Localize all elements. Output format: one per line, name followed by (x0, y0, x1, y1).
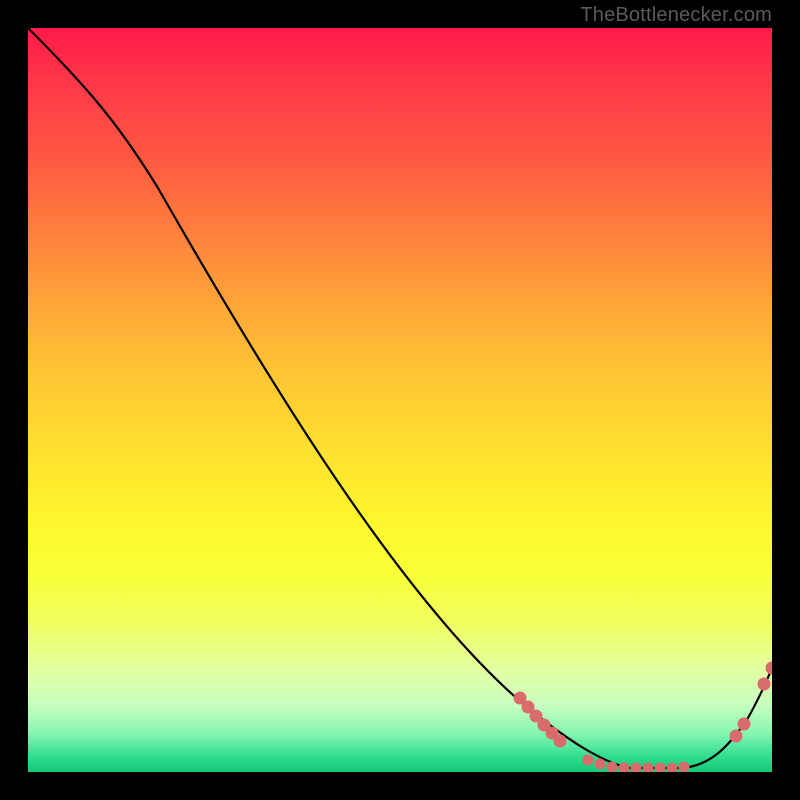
data-point (554, 735, 566, 747)
data-point (583, 755, 593, 765)
chart-container: TheBottlenecker.com (0, 0, 800, 800)
data-point (679, 762, 689, 772)
data-point (766, 662, 772, 674)
data-point (667, 763, 677, 772)
data-point (643, 763, 653, 772)
data-point (655, 763, 665, 772)
data-points (514, 662, 772, 772)
data-point (607, 762, 617, 772)
plot-area (28, 28, 772, 772)
data-point (730, 730, 742, 742)
data-point (595, 759, 605, 769)
curve-svg (28, 28, 772, 772)
bottleneck-line (28, 28, 772, 768)
data-point (619, 763, 629, 772)
data-point (758, 678, 770, 690)
data-point (738, 718, 750, 730)
data-point (631, 763, 641, 772)
watermark-text: TheBottlenecker.com (580, 4, 772, 27)
